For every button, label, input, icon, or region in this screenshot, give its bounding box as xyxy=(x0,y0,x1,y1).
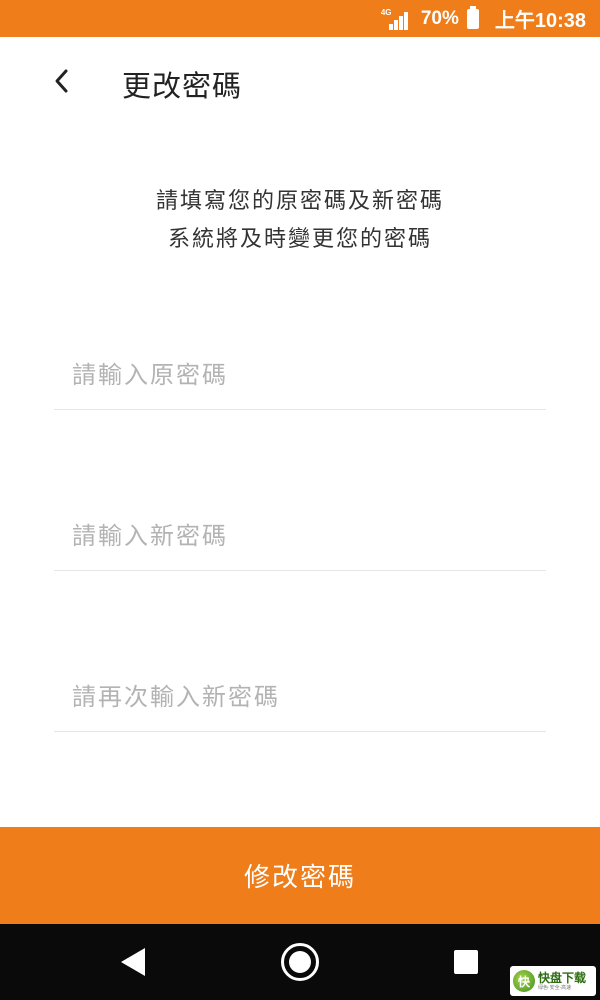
status-bar: 4G 70% 上午10:38 xyxy=(0,0,600,37)
battery-level: 70% xyxy=(420,7,459,29)
signal-icon: 4G xyxy=(381,6,409,32)
watermark-title: 快盘下载 xyxy=(538,970,587,985)
instruction-line-1: 請填寫您的原密碼及新密碼 xyxy=(155,189,444,214)
confirm-password-input[interactable] xyxy=(54,662,546,731)
square-recents-icon xyxy=(454,950,478,974)
chevron-left-icon xyxy=(55,69,68,93)
instruction-text: 請填寫您的原密碼及新密碼 系統將及時變更您的密碼 xyxy=(0,183,600,259)
back-button[interactable] xyxy=(42,59,82,103)
status-time: 上午10:38 xyxy=(494,10,586,32)
instruction-line-2: 系統將及時變更您的密碼 xyxy=(167,227,432,252)
watermark-icon: 快 xyxy=(513,970,535,992)
battery-icon xyxy=(466,5,479,29)
old-password-field-wrapper xyxy=(54,340,546,410)
watermark-subtitle: 绿色·安全·高速 xyxy=(538,984,572,991)
watermark-logo: 快 快盘下载 绿色·安全·高速 xyxy=(510,966,596,996)
nav-back-button[interactable] xyxy=(113,942,153,982)
network-type: 4G xyxy=(380,7,392,17)
nav-home-button[interactable] xyxy=(280,942,320,982)
nav-recents-button[interactable] xyxy=(446,942,486,982)
new-password-field-wrapper xyxy=(54,501,546,571)
change-password-button[interactable]: 修改密碼 xyxy=(0,827,600,924)
old-password-input[interactable] xyxy=(54,340,546,409)
page-title: 更改密碼 xyxy=(122,69,243,103)
triangle-back-icon xyxy=(121,948,145,976)
system-nav-bar: 快 快盘下载 绿色·安全·高速 xyxy=(0,924,600,1000)
confirm-password-field-wrapper xyxy=(54,662,546,732)
new-password-input[interactable] xyxy=(54,501,546,570)
circle-home-icon xyxy=(281,943,319,981)
app-header: 更改密碼 xyxy=(0,37,600,127)
